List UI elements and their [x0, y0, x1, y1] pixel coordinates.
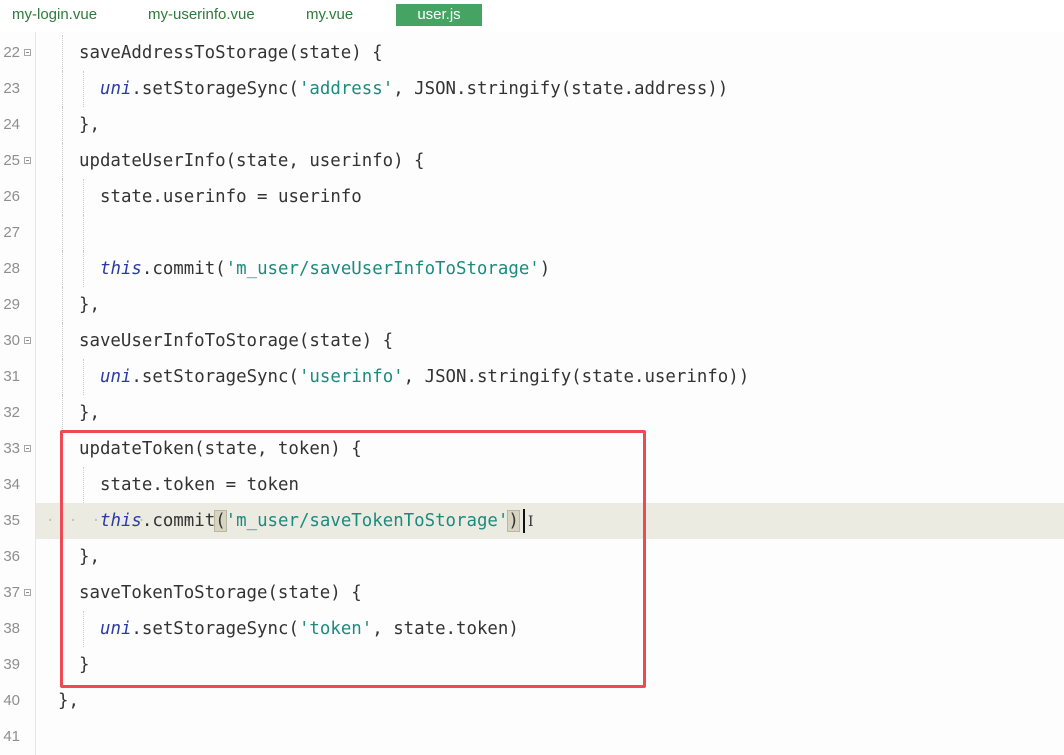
- line-number: 23: [3, 80, 20, 97]
- indent-guide: [83, 467, 84, 503]
- indent-guide: [62, 251, 63, 287]
- line-number: 34: [3, 476, 20, 493]
- code-text: state.userinfo = userinfo: [100, 187, 362, 207]
- line-number: 32: [3, 404, 20, 421]
- line-number: 41: [3, 728, 20, 745]
- code-line: 25 updateUserInfo(state, userinfo) {: [0, 143, 1064, 179]
- code-text: uni.setStorageSync('address', JSON.strin…: [100, 79, 729, 99]
- indent-guide: [62, 323, 63, 359]
- indent-guide: [83, 251, 84, 287]
- code-text: this.commit('m_user/saveTokenToStorage'): [100, 510, 520, 532]
- ibeam-cursor-icon: I: [528, 514, 534, 530]
- code-line: 41: [0, 719, 1064, 755]
- indent-guide: [62, 359, 63, 395]
- line-number: 36: [3, 548, 20, 565]
- indent-guide: [62, 287, 63, 323]
- code-line: 28 this.commit('m_user/saveUserInfoToSto…: [0, 251, 1064, 287]
- line-number: 38: [3, 620, 20, 637]
- indent-guide: [62, 179, 63, 215]
- fold-icon[interactable]: [24, 49, 31, 56]
- tab-my-login-vue[interactable]: my-login.vue: [12, 4, 97, 26]
- indent-guide: [83, 215, 84, 251]
- matched-paren: (: [214, 510, 227, 532]
- code-text: saveTokenToStorage(state) {: [79, 583, 362, 603]
- code-line: 29 },: [0, 287, 1064, 323]
- code-line: 24 },: [0, 107, 1064, 143]
- line-number: 29: [3, 296, 20, 313]
- editor-tab-bar: my-login.vue my-userinfo.vue my.vue user…: [0, 0, 1064, 32]
- line-number: 40: [3, 692, 20, 709]
- tab-my-vue[interactable]: my.vue: [306, 4, 353, 26]
- line-number: 24: [3, 116, 20, 133]
- code-line-current: 35 · · · · · · · this.commit('m_user/sav…: [0, 503, 1064, 539]
- code-text: },: [79, 403, 100, 423]
- line-number: 31: [3, 368, 20, 385]
- indent-guide: [83, 71, 84, 107]
- text-caret: [523, 509, 525, 533]
- line-number: 26: [3, 188, 20, 205]
- line-number: 28: [3, 260, 20, 277]
- code-line: 38 uni.setStorageSync('token', state.tok…: [0, 611, 1064, 647]
- line-number: 27: [3, 224, 20, 241]
- code-line: 27: [0, 215, 1064, 251]
- indent-guide: [62, 35, 63, 71]
- line-number: 39: [3, 656, 20, 673]
- code-editor[interactable]: 22 saveAddressToStorage(state) { 23 uni.…: [0, 32, 1064, 755]
- code-text: this.commit('m_user/saveUserInfoToStorag…: [100, 259, 551, 279]
- matched-paren: ): [507, 510, 520, 532]
- fold-icon[interactable]: [24, 589, 31, 596]
- code-text: saveUserInfoToStorage(state) {: [79, 331, 394, 351]
- indent-guide: [62, 107, 63, 143]
- indent-guide: [62, 71, 63, 107]
- indent-guide: [62, 215, 63, 251]
- indent-guide: [62, 611, 63, 647]
- line-number: 25: [3, 152, 20, 169]
- line-number: 35: [3, 512, 20, 529]
- line-number: 30: [3, 332, 20, 349]
- indent-guide: [62, 467, 63, 503]
- fold-icon[interactable]: [24, 337, 31, 344]
- indent-guide: [83, 179, 84, 215]
- indent-guide: [62, 431, 63, 467]
- code-line: 39 }: [0, 647, 1064, 683]
- indent-guide: [62, 395, 63, 431]
- code-text: },: [79, 295, 100, 315]
- indent-guide: [62, 647, 63, 683]
- line-number: 37: [3, 584, 20, 601]
- indent-guide: [62, 539, 63, 575]
- code-line: 23 uni.setStorageSync('address', JSON.st…: [0, 71, 1064, 107]
- code-line: 34 state.token = token: [0, 467, 1064, 503]
- code-text: updateUserInfo(state, userinfo) {: [79, 151, 425, 171]
- code-line: 31 uni.setStorageSync('userinfo', JSON.s…: [0, 359, 1064, 395]
- code-line: 36 },: [0, 539, 1064, 575]
- code-line: 26 state.userinfo = userinfo: [0, 179, 1064, 215]
- fold-icon[interactable]: [24, 445, 31, 452]
- code-line: 30 saveUserInfoToStorage(state) {: [0, 323, 1064, 359]
- code-text: updateToken(state, token) {: [79, 439, 362, 459]
- indent-guide: [62, 143, 63, 179]
- tab-my-userinfo-vue[interactable]: my-userinfo.vue: [148, 4, 255, 26]
- code-text: },: [79, 115, 100, 135]
- line-number: 22: [3, 44, 20, 61]
- code-line: 32 },: [0, 395, 1064, 431]
- code-line: 22 saveAddressToStorage(state) {: [0, 35, 1064, 71]
- code-text: },: [58, 691, 79, 711]
- fold-icon[interactable]: [24, 157, 31, 164]
- code-text: uni.setStorageSync('userinfo', JSON.stri…: [100, 367, 750, 387]
- code-line: 40 },: [0, 683, 1064, 719]
- code-text: saveAddressToStorage(state) {: [79, 43, 383, 63]
- indent-guide: [62, 575, 63, 611]
- code-line: 33 updateToken(state, token) {: [0, 431, 1064, 467]
- code-text: }: [79, 655, 90, 675]
- code-line: 37 saveTokenToStorage(state) {: [0, 575, 1064, 611]
- code-text: state.token = token: [100, 475, 299, 495]
- code-text: },: [79, 547, 100, 567]
- tab-user-js[interactable]: user.js: [396, 4, 482, 26]
- line-number: 33: [3, 440, 20, 457]
- code-text: uni.setStorageSync('token', state.token): [100, 619, 519, 639]
- indent-guide: [83, 359, 84, 395]
- indent-guide: [83, 611, 84, 647]
